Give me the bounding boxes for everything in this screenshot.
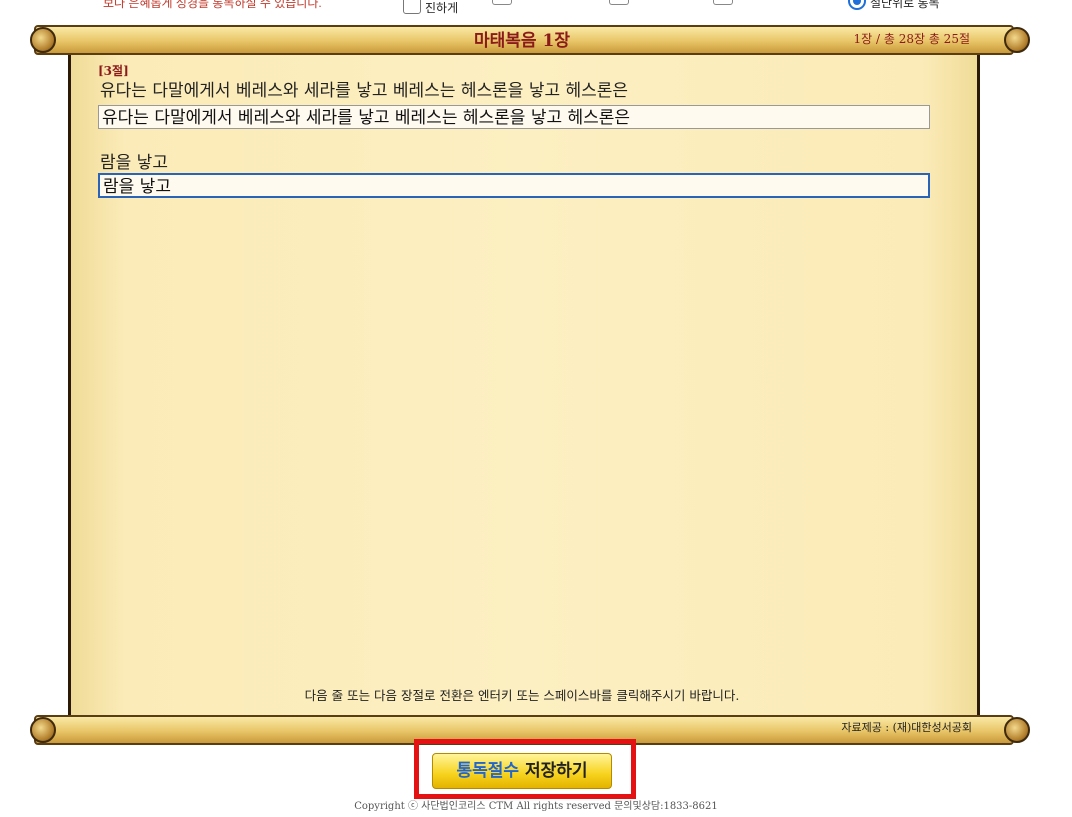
bold-checkbox[interactable] bbox=[403, 0, 421, 14]
option-checkbox-1[interactable] bbox=[492, 0, 512, 5]
chapter-count: 1장 / 총 28장 총 25절 bbox=[853, 32, 971, 46]
verse-mode-radio-label: 절단위로 통독 bbox=[870, 0, 940, 10]
data-provider-label: 자료제공 : (재)대한성서공회 bbox=[841, 721, 972, 734]
verse-mode-radio[interactable] bbox=[848, 0, 866, 10]
typed-text-composing: 고 bbox=[155, 177, 171, 197]
reference-text-line-2: 람을 낳고 bbox=[100, 153, 168, 173]
scroll-knob-icon bbox=[1004, 717, 1030, 743]
option-checkbox-3[interactable] bbox=[713, 0, 733, 5]
footer-copyright: Copyright ⓒ 사단법인코리스 CTM All rights reser… bbox=[354, 801, 718, 812]
typing-input-line-2[interactable]: 람을 낳고 bbox=[98, 173, 930, 198]
typed-text: 람을 낳 bbox=[103, 177, 156, 197]
reference-text-line-1: 유다는 다말에게서 베레스와 세라를 낳고 베레스는 헤스론을 낳고 헤스론은 bbox=[100, 81, 629, 101]
help-text: 다음 줄 또는 다음 장절로 전환은 엔터키 또는 스페이스바를 클릭해주시기 … bbox=[304, 688, 740, 703]
scroll-paper bbox=[68, 52, 980, 716]
scroll-knob-icon bbox=[30, 717, 56, 743]
option-checkbox-2[interactable] bbox=[609, 0, 629, 5]
bold-checkbox-label: 진하게 bbox=[425, 1, 459, 15]
top-notice-text: 보다 은혜롭게 성경을 통독하실 수 있습니다. bbox=[103, 0, 322, 10]
bible-scroll-panel: 마태복음 1장 1장 / 총 28장 총 25절 [3절] 유다는 다말에게서 … bbox=[24, 24, 1030, 748]
save-button-label-part2: 저장하기 bbox=[519, 761, 588, 781]
typing-input-line-1[interactable]: 유다는 다말에게서 베레스와 세라를 낳고 베레스는 헤스론을 낳고 헤스론은 bbox=[98, 105, 930, 129]
save-button-label-part1: 통독절수 bbox=[456, 761, 520, 781]
save-reading-count-button[interactable]: 통독절수 저장하기 bbox=[432, 753, 612, 789]
